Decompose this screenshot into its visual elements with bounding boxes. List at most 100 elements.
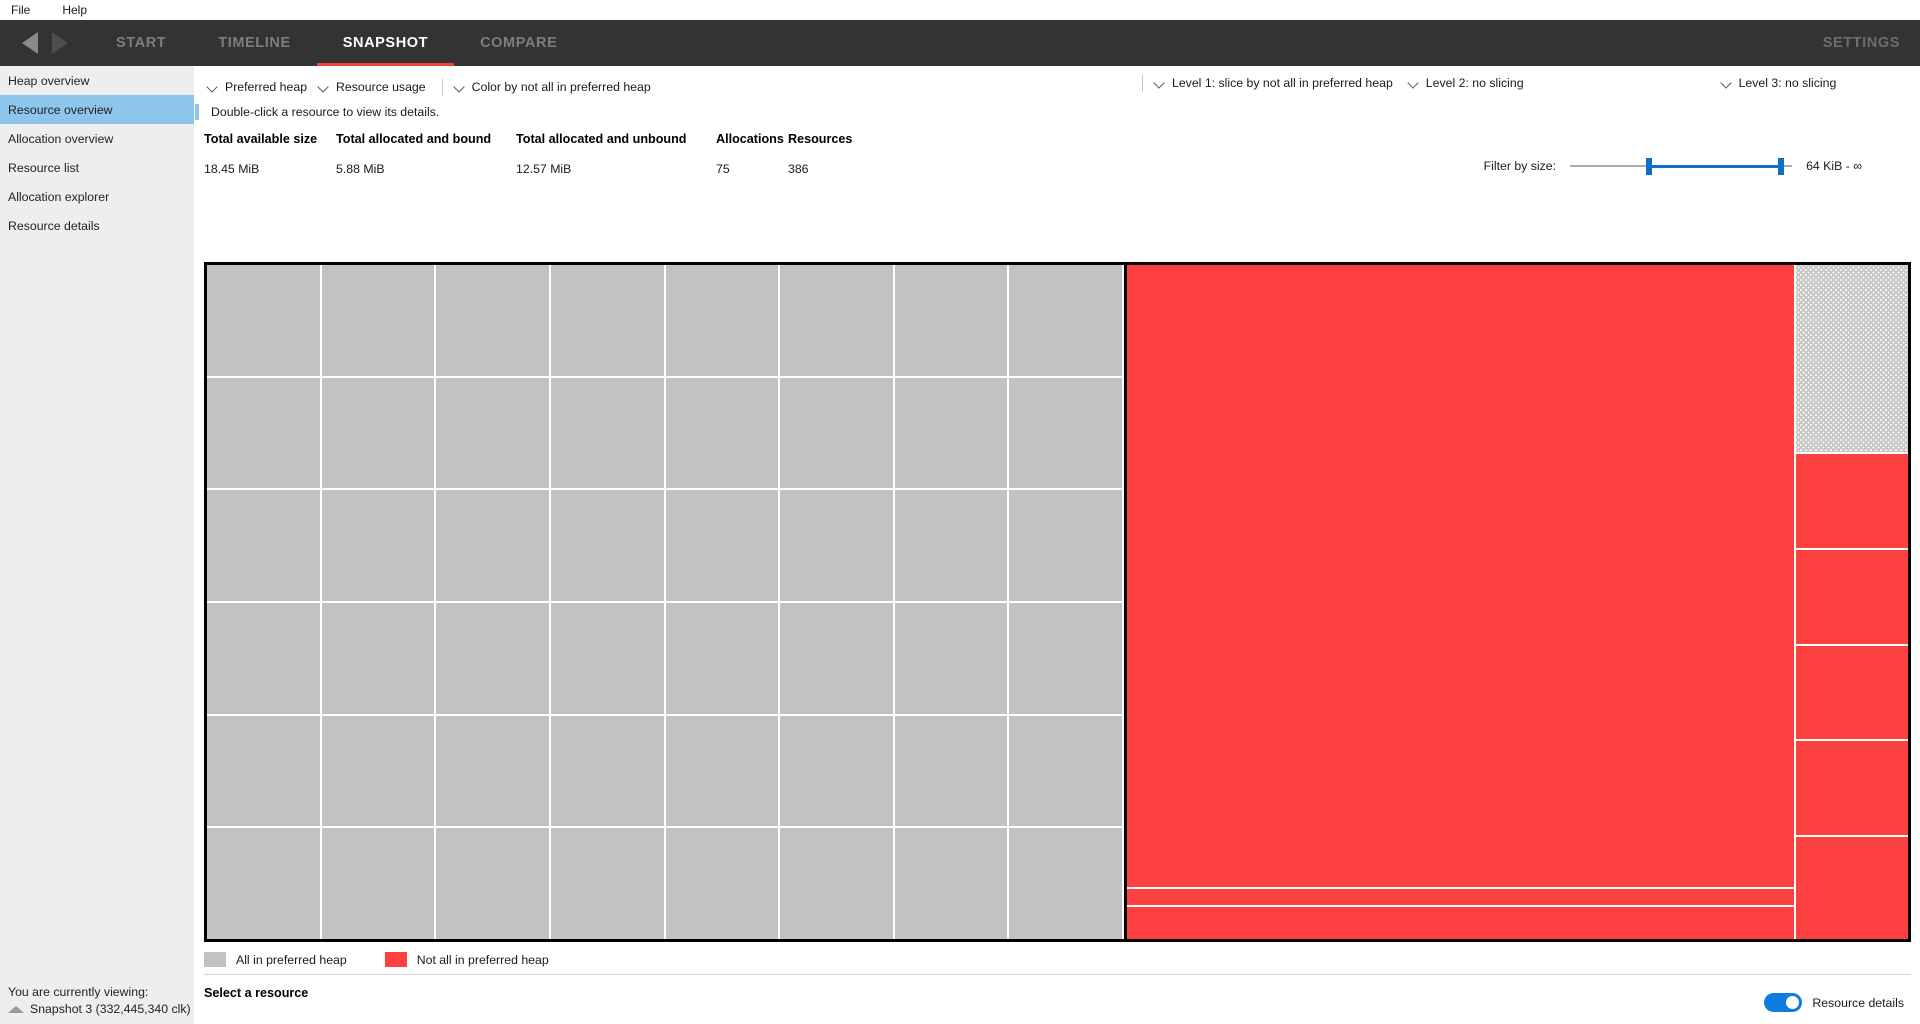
treemap-cell[interactable] <box>551 265 664 376</box>
treemap-cell[interactable] <box>207 603 320 714</box>
level-3-dropdown[interactable]: Level 3: no slicing <box>1718 74 1849 92</box>
level-1-dropdown[interactable]: Level 1: slice by not all in preferred h… <box>1151 74 1405 92</box>
treemap-cell[interactable] <box>780 603 893 714</box>
level-2-dropdown[interactable]: Level 2: no slicing <box>1405 74 1536 92</box>
treemap-cell[interactable] <box>1009 603 1122 714</box>
filter-by-size: Filter by size: 64 KiB - ∞ <box>1484 158 1862 174</box>
triangle-left-icon[interactable] <box>22 32 38 54</box>
treemap-cell[interactable] <box>895 490 1008 601</box>
treemap-cell[interactable] <box>436 378 549 489</box>
treemap-cell[interactable] <box>895 378 1008 489</box>
color-by-dropdown[interactable]: Color by not all in preferred heap <box>451 78 659 96</box>
treemap-cell[interactable] <box>780 490 893 601</box>
treemap-cell[interactable] <box>1009 828 1122 939</box>
treemap-cell[interactable] <box>895 265 1008 376</box>
treemap-cell-red-5[interactable] <box>1796 837 1908 939</box>
treemap-cell[interactable] <box>207 828 320 939</box>
sidebar-item-resource-list[interactable]: Resource list <box>0 153 194 182</box>
resource-usage-dropdown[interactable]: Resource usage <box>315 78 434 96</box>
treemap-cell-red-strip-1[interactable] <box>1127 889 1794 905</box>
treemap-cell-red-1[interactable] <box>1796 454 1908 548</box>
treemap-cell-red-4[interactable] <box>1796 741 1908 835</box>
treemap-cell[interactable] <box>322 265 435 376</box>
treemap-cell[interactable] <box>1009 716 1122 827</box>
treemap-cell[interactable] <box>436 716 549 827</box>
treemap-cell[interactable] <box>551 828 664 939</box>
chevron-down-icon <box>1155 78 1166 89</box>
treemap-cell[interactable] <box>551 603 664 714</box>
tab-start[interactable]: START <box>90 20 192 66</box>
sidebar-item-resource-details[interactable]: Resource details <box>0 211 194 240</box>
treemap-cell[interactable] <box>322 490 435 601</box>
sidebar-item-allocation-explorer[interactable]: Allocation explorer <box>0 182 194 211</box>
treemap-cell[interactable] <box>895 716 1008 827</box>
resource-details-toggle-group[interactable]: Resource details <box>1764 993 1904 1012</box>
treemap-cell[interactable] <box>322 828 435 939</box>
resource-details-toggle-label: Resource details <box>1812 996 1904 1010</box>
treemap-cell-red-2[interactable] <box>1796 550 1908 644</box>
resource-details-toggle[interactable] <box>1764 993 1802 1012</box>
treemap-cell[interactable] <box>207 265 320 376</box>
sidebar-item-resource-overview[interactable]: Resource overview <box>0 95 194 124</box>
tab-compare[interactable]: COMPARE <box>454 20 583 66</box>
treemap-cell[interactable] <box>322 716 435 827</box>
treemap-cell[interactable] <box>207 490 320 601</box>
treemap-cell-red-3[interactable] <box>1796 646 1908 740</box>
menu-item-help[interactable]: Help <box>57 2 92 18</box>
treemap-cell[interactable] <box>436 490 549 601</box>
level-slicing-group: Level 1: slice by not all in preferred h… <box>1134 74 1848 92</box>
treemap-cell[interactable] <box>1009 490 1122 601</box>
treemap-cell[interactable] <box>666 603 779 714</box>
treemap-cell[interactable] <box>551 378 664 489</box>
treemap-cell[interactable] <box>666 265 779 376</box>
treemap-cell[interactable] <box>1009 265 1122 376</box>
chevron-down-icon <box>208 82 219 93</box>
triangle-right-icon[interactable] <box>52 32 68 54</box>
treemap-cell-red-strip-2[interactable] <box>1127 907 1794 939</box>
treemap-cell-hatched-gray[interactable] <box>1796 265 1908 452</box>
filter-by-size-label: Filter by size: <box>1484 159 1556 173</box>
treemap-cell[interactable] <box>436 265 549 376</box>
slider-handle-max[interactable] <box>1778 158 1784 175</box>
main-content: Preferred heap Resource usage Color by n… <box>194 66 1920 1024</box>
tab-timeline[interactable]: TIMELINE <box>192 20 316 66</box>
tab-snapshot[interactable]: SNAPSHOT <box>317 20 454 66</box>
preferred-heap-dropdown[interactable]: Preferred heap <box>204 78 315 96</box>
treemap-cell[interactable] <box>666 490 779 601</box>
toolbar: Preferred heap Resource usage Color by n… <box>194 74 1920 100</box>
treemap-cell[interactable] <box>1009 378 1122 489</box>
slider-handle-min[interactable] <box>1646 158 1652 175</box>
chevron-down-icon <box>319 82 330 93</box>
treemap-cell[interactable] <box>780 716 893 827</box>
resource-usage-label: Resource usage <box>336 80 426 94</box>
treemap-cell[interactable] <box>436 603 549 714</box>
treemap-cell[interactable] <box>207 378 320 489</box>
treemap-cell[interactable] <box>895 828 1008 939</box>
snapshot-selector[interactable]: Snapshot 3 (332,445,340 clk) <box>8 1002 194 1016</box>
treemap-cell[interactable] <box>322 603 435 714</box>
treemap-cell[interactable] <box>551 716 664 827</box>
legend-swatch-not-all-in-preferred-heap <box>385 952 407 967</box>
treemap-cell-large-red[interactable] <box>1127 265 1794 887</box>
treemap-cell[interactable] <box>436 828 549 939</box>
treemap-cell[interactable] <box>780 378 893 489</box>
filter-size-slider[interactable] <box>1570 158 1792 174</box>
treemap-cell[interactable] <box>666 716 779 827</box>
caret-up-icon[interactable] <box>8 1006 24 1013</box>
sidebar-footer: You are currently viewing: Snapshot 3 (3… <box>0 985 194 1016</box>
menu-item-file[interactable]: File <box>6 2 35 18</box>
treemap-cell[interactable] <box>207 716 320 827</box>
settings-button[interactable]: SETTINGS <box>1823 20 1900 66</box>
treemap-cell[interactable] <box>780 828 893 939</box>
treemap-cell[interactable] <box>666 378 779 489</box>
color-by-label: Color by not all in preferred heap <box>472 80 651 94</box>
treemap-cell[interactable] <box>322 378 435 489</box>
snapshot-label: Snapshot 3 (332,445,340 clk) <box>30 1002 191 1016</box>
sidebar-item-allocation-overview[interactable]: Allocation overview <box>0 124 194 153</box>
sidebar-item-heap-overview[interactable]: Heap overview <box>0 66 194 95</box>
treemap-cell[interactable] <box>895 603 1008 714</box>
treemap-cell[interactable] <box>551 490 664 601</box>
resource-treemap[interactable] <box>204 262 1911 942</box>
treemap-cell[interactable] <box>666 828 779 939</box>
treemap-cell[interactable] <box>780 265 893 376</box>
